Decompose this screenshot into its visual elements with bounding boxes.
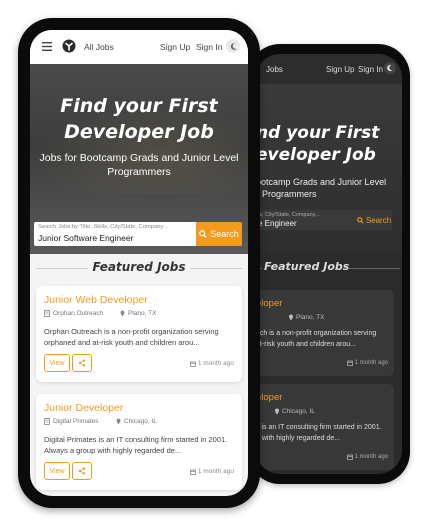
featured-jobs-heading: Featured Jobs [92,260,186,274]
divider [190,268,242,269]
nav-bar: All Jobs Sign Up Sign In [30,30,248,64]
dark-search-icon [356,216,364,224]
job-title[interactable]: Junior Developer [44,402,123,414]
search-icon [199,230,208,238]
job-search-input[interactable]: Search Jobs by Title, Skills, City/State… [34,222,196,246]
dark-sign-up-link[interactable]: Sign Up [326,65,354,74]
job-card[interactable]: Junior Developer Digital Primates Chicag… [36,394,242,490]
job-card[interactable]: Junior Web Developer Orphan Outreach Pla… [36,286,242,382]
job-description-line1: Orphan Outreach is a non-profit organiza… [44,327,219,336]
dark-job-location: Plano, TX [296,314,325,321]
dark-job-card[interactable]: eloper Plano, TX ach is a non-profit org… [256,290,394,376]
all-jobs-link[interactable]: All Jobs [84,42,114,52]
calendar-icon [189,361,196,367]
sign-in-link[interactable]: Sign In [196,42,222,52]
building-icon [44,418,50,425]
search-placeholder: Search Jobs by Title, Skills, City/State… [38,224,168,230]
dark-featured-section: Featured Jobs [256,254,402,284]
light-mode-screen: All Jobs Sign Up Sign In Find your First… [30,30,248,496]
dark-mode-screen: Jobs Sign Up Sign In nd your First evelo… [256,54,402,474]
map-pin-icon [120,310,125,317]
dark-hero-title-line1: nd your First [256,123,380,143]
dark-search-input[interactable]: ls, City/State, Company... e Engineer [256,210,356,230]
search-value: Junior Software Engineer [38,233,134,243]
theme-toggle-moon-icon[interactable] [226,39,240,53]
job-description-line2: Always a group with highly regarded de..… [44,446,182,455]
job-posted-date: 1 month ago [197,468,234,475]
map-pin-icon [116,418,121,425]
search-button-label: Search [210,229,239,239]
share-icon [78,359,86,367]
dark-job-location: Chicago, IL [282,408,315,415]
logo-icon[interactable] [62,39,76,55]
building-icon [44,310,50,317]
job-description-line2: orphaned and at-risk youth and children … [44,338,200,347]
dark-job-desc-line2: p with highly regarded de... [256,435,341,442]
job-description-line1: Digital Primates is an IT consulting fir… [44,435,228,444]
dark-sign-in-link[interactable]: Sign In [358,65,383,74]
dark-job-desc-line2: at-risk youth and children arou... [256,341,356,348]
job-location: Chicago, IL [124,418,157,425]
calendar-icon [189,469,196,475]
job-company: Orphan Outreach [53,310,104,317]
map-pin-icon [274,408,280,415]
share-icon [78,467,86,475]
hero-title-line2: Developer Job [64,121,214,143]
hero-subtitle-line2: Programmers [107,166,171,178]
dark-job-desc-line1: s is an IT consulting firm started in 20… [256,424,382,431]
sign-up-link[interactable]: Sign Up [160,42,190,52]
job-title[interactable]: Junior Web Developer [44,294,148,306]
dark-job-posted: 1 month ago [354,360,388,366]
share-button[interactable] [72,354,92,372]
dark-nav-bar: Jobs Sign Up Sign In [256,54,402,84]
dark-hero: nd your First eveloper Job ootcamp Grads… [256,84,402,254]
job-company: Digital Primates [53,418,99,425]
hero-title-line1: Find your First [60,95,218,117]
search-button[interactable]: Search [196,222,242,246]
dark-job-desc-line1: ach is a non-profit organization serving [256,330,377,337]
dark-hero-subtitle-line2: Programmers [262,189,317,199]
share-button[interactable] [72,462,92,480]
dark-theme-toggle-icon[interactable] [384,62,396,74]
dark-hero-subtitle-line1: ootcamp Grads and Junior Level [256,177,387,187]
view-job-button[interactable]: View [44,462,70,480]
dark-featured-heading: Featured Jobs [264,260,350,273]
job-posted-date: 1 month ago [197,360,234,367]
job-location: Plano, TX [128,310,157,317]
view-job-button[interactable]: View [44,354,70,372]
dark-hero-title-line2: eveloper Job [256,145,376,165]
map-pin-icon [288,314,294,321]
featured-jobs-header: Featured Jobs [30,254,248,282]
dark-search-button[interactable]: Search [356,210,392,230]
dark-mode-phone: Jobs Sign Up Sign In nd your First evelo… [248,44,410,484]
calendar-icon [346,454,353,460]
hero-banner: Find your First Developer Job Jobs for B… [30,64,248,254]
light-mode-phone: All Jobs Sign Up Sign In Find your First… [18,18,260,508]
dark-job-card[interactable]: eloper Chicago, IL s is an IT consulting… [256,384,394,470]
hamburger-menu-icon[interactable] [42,42,52,53]
dark-nav-jobs-link[interactable]: Jobs [266,65,283,74]
dark-job-posted: 1 month ago [354,454,388,460]
calendar-icon [346,360,353,366]
hero-subtitle-line1: Jobs for Bootcamp Grads and Junior Level [39,152,239,164]
